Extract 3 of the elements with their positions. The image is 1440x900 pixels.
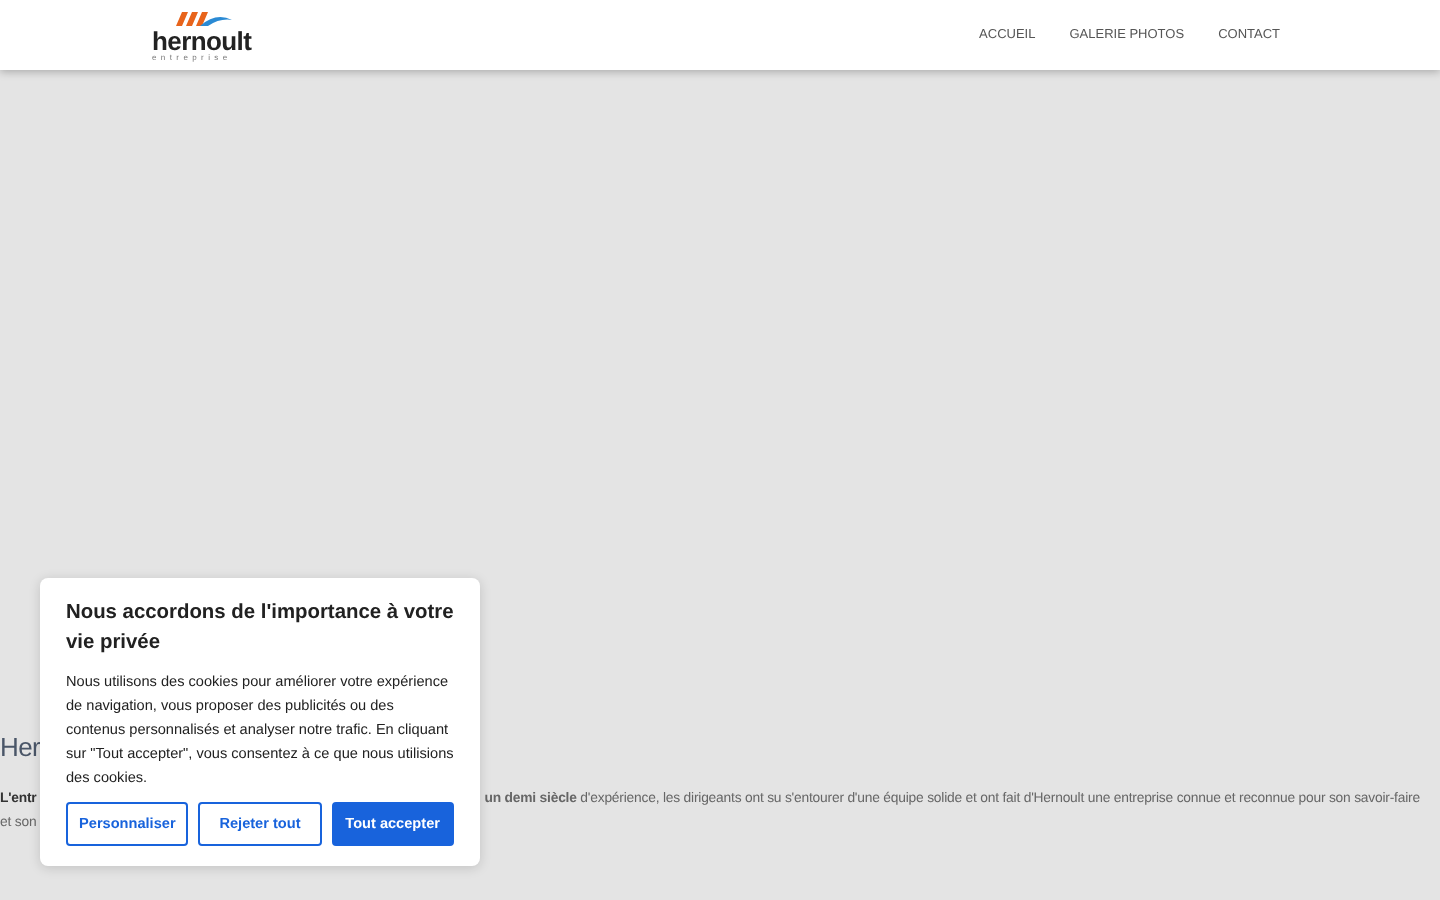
page-heading: Her: [0, 734, 41, 760]
logo-text: hernoult: [152, 27, 252, 53]
banner-title: Nous accordons de l'importance à votre vie privée: [66, 600, 454, 658]
